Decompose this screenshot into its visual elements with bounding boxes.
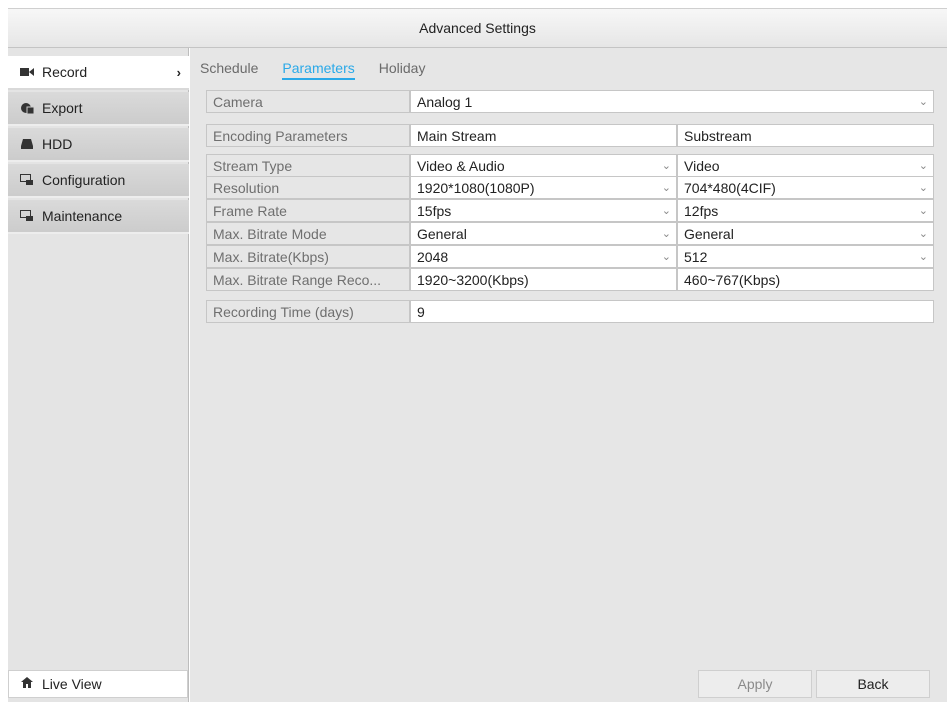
sidebar-item-maintenance[interactable]: Maintenance (8, 200, 189, 234)
sidebar-item-label: Maintenance (42, 208, 123, 224)
window-title-bar: Advanced Settings (8, 8, 947, 48)
frame-rate-row: Frame Rate 15fps ⌄ 12fps ⌄ (206, 199, 934, 222)
bitrate-mode-row: Max. Bitrate Mode General ⌄ General ⌄ (206, 222, 934, 245)
main-stream-header: Main Stream (410, 124, 677, 147)
bitrate-mode-label: Max. Bitrate Mode (206, 222, 410, 245)
live-view-button[interactable]: Live View (8, 670, 188, 698)
bitrate-range-main-value: 1920~3200(Kbps) (410, 268, 677, 291)
recording-time-row: Recording Time (days) 9 (206, 300, 934, 323)
bitrate-range-row: Max. Bitrate Range Reco... 1920~3200(Kbp… (206, 268, 934, 291)
bitrate-range-sub-value: 460~767(Kbps) (677, 268, 934, 291)
max-bitrate-row: Max. Bitrate(Kbps) 2048 ⌄ 512 ⌄ (206, 245, 934, 268)
substream-header: Substream (677, 124, 934, 147)
sidebar-item-label: HDD (42, 136, 73, 152)
encoding-header-row: Encoding Parameters Main Stream Substrea… (206, 124, 934, 147)
select-value: General (417, 225, 467, 242)
stream-type-row: Stream Type Video & Audio ⌄ Video ⌄ (206, 154, 934, 177)
sidebar-item-label: Configuration (42, 172, 126, 188)
live-view-label: Live View (42, 676, 102, 692)
sidebar-item-hdd[interactable]: HDD (8, 128, 189, 162)
tab-bar: Schedule Parameters Holiday (200, 60, 449, 80)
chevron-down-icon: ⌄ (918, 251, 928, 263)
camera-select[interactable]: Analog 1 ⌄ (410, 90, 934, 113)
select-value: 704*480(4CIF) (684, 179, 776, 196)
max-bitrate-label: Max. Bitrate(Kbps) (206, 245, 410, 268)
chevron-down-icon: ⌄ (918, 205, 928, 217)
tab-parameters[interactable]: Parameters (282, 60, 355, 80)
max-bitrate-main-select[interactable]: 2048 ⌄ (410, 245, 677, 268)
chevron-down-icon: ⌄ (661, 205, 671, 217)
chevron-right-icon: › (176, 65, 181, 80)
recording-time-label: Recording Time (days) (206, 300, 410, 323)
encoding-parameters-label: Encoding Parameters (206, 124, 410, 147)
chevron-down-icon: ⌄ (918, 228, 928, 240)
select-value: Video & Audio (417, 157, 505, 174)
main-panel: Schedule Parameters Holiday Camera Analo… (190, 48, 947, 702)
stream-type-label: Stream Type (206, 154, 410, 177)
bitrate-mode-sub-select[interactable]: General ⌄ (677, 222, 934, 245)
select-value: 2048 (417, 248, 449, 265)
sidebar-item-label: Record (42, 64, 88, 80)
resolution-label: Resolution (206, 176, 410, 199)
stream-type-main-select[interactable]: Video & Audio ⌄ (410, 154, 677, 177)
window-title: Advanced Settings (419, 20, 536, 36)
chevron-down-icon: ⌄ (918, 96, 928, 108)
chevron-down-icon: ⌄ (918, 182, 928, 194)
bitrate-mode-main-select[interactable]: General ⌄ (410, 222, 677, 245)
camera-row: Camera Analog 1 ⌄ (206, 90, 934, 113)
video-camera-icon (20, 66, 34, 78)
resolution-sub-select[interactable]: 704*480(4CIF) ⌄ (677, 176, 934, 199)
maintenance-icon (20, 210, 34, 222)
chevron-down-icon: ⌄ (661, 160, 671, 172)
frame-rate-main-select[interactable]: 15fps ⌄ (410, 199, 677, 222)
sidebar-item-configuration[interactable]: Configuration (8, 164, 189, 198)
chevron-down-icon: ⌄ (661, 251, 671, 263)
frame-rate-label: Frame Rate (206, 199, 410, 222)
back-button[interactable]: Back (816, 670, 930, 698)
bitrate-range-label: Max. Bitrate Range Reco... (206, 268, 410, 291)
tab-schedule[interactable]: Schedule (200, 60, 258, 80)
camera-label: Camera (206, 90, 410, 113)
resolution-row: Resolution 1920*1080(1080P) ⌄ 704*480(4C… (206, 176, 934, 199)
camera-value: Analog 1 (417, 93, 473, 110)
sidebar-item-label: Export (42, 100, 83, 116)
sidebar-item-export[interactable]: Export (8, 92, 189, 126)
max-bitrate-sub-select[interactable]: 512 ⌄ (677, 245, 934, 268)
select-value: 1920*1080(1080P) (417, 179, 535, 196)
frame-rate-sub-select[interactable]: 12fps ⌄ (677, 199, 934, 222)
chevron-down-icon: ⌄ (661, 182, 671, 194)
chevron-down-icon: ⌄ (661, 228, 671, 240)
export-icon (20, 102, 34, 114)
select-value: Video (684, 157, 720, 174)
resolution-main-select[interactable]: 1920*1080(1080P) ⌄ (410, 176, 677, 199)
recording-time-value: 9 (410, 300, 934, 323)
stream-type-sub-select[interactable]: Video ⌄ (677, 154, 934, 177)
sidebar: Record › Export HDD Configuration Mainte… (8, 48, 189, 702)
select-value: 12fps (684, 202, 719, 219)
sidebar-item-record[interactable]: Record › (8, 56, 189, 90)
hdd-icon (20, 138, 34, 150)
home-icon (21, 677, 33, 691)
chevron-down-icon: ⌄ (918, 160, 928, 172)
configuration-icon (20, 174, 34, 186)
select-value: General (684, 225, 734, 242)
tab-holiday[interactable]: Holiday (379, 60, 426, 80)
select-value: 512 (684, 248, 708, 265)
apply-button[interactable]: Apply (698, 670, 812, 698)
select-value: 15fps (417, 202, 452, 219)
